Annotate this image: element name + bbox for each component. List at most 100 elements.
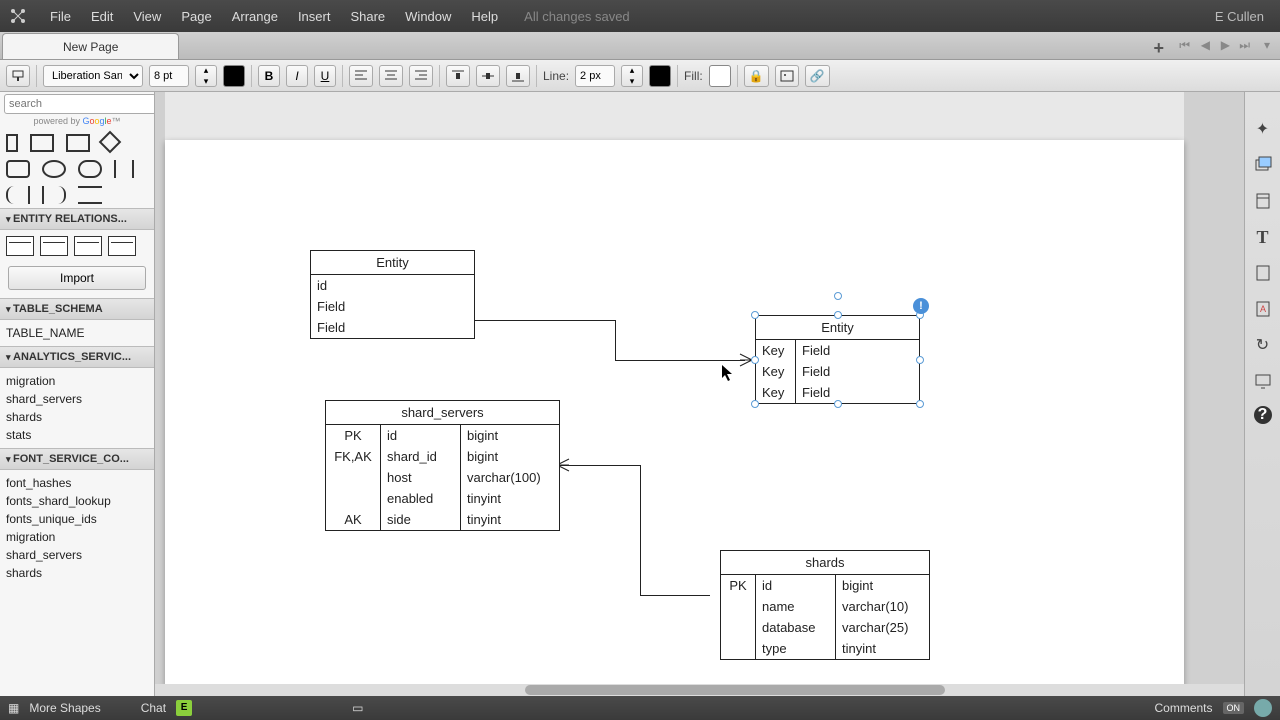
canvas[interactable]: Entity id Field Field Entity KeyField Ke… bbox=[155, 92, 1244, 696]
page-size-icon[interactable] bbox=[1252, 190, 1274, 212]
shape-rect[interactable] bbox=[30, 134, 54, 152]
paint-format-icon[interactable] bbox=[6, 65, 30, 87]
section-table-schema[interactable]: TABLE_SCHEMA bbox=[0, 298, 154, 320]
italic-button[interactable]: I bbox=[286, 65, 308, 87]
history-icon[interactable]: ↻ bbox=[1252, 334, 1274, 356]
table-migration[interactable]: migration bbox=[6, 372, 148, 390]
nav-prev-icon[interactable]: ◀ bbox=[1201, 38, 1210, 52]
menu-file[interactable]: File bbox=[40, 9, 81, 24]
valign-middle-icon[interactable] bbox=[476, 65, 500, 87]
menu-window[interactable]: Window bbox=[395, 9, 461, 24]
presentation-mode-icon[interactable]: ▭ bbox=[352, 701, 363, 715]
line-width-stepper[interactable]: ▴▾ bbox=[621, 65, 643, 87]
selection-handle[interactable] bbox=[751, 356, 759, 364]
shape-rect2[interactable] bbox=[66, 134, 90, 152]
line-color-swatch[interactable] bbox=[649, 65, 671, 87]
entity-2-selected[interactable]: Entity KeyField KeyField KeyField ! bbox=[755, 315, 920, 404]
shape-pill[interactable] bbox=[78, 160, 102, 178]
shape-roundrect[interactable] bbox=[6, 160, 30, 178]
theme-icon[interactable]: A bbox=[1252, 298, 1274, 320]
menu-arrange[interactable]: Arrange bbox=[222, 9, 288, 24]
link-icon[interactable]: 🔗 bbox=[805, 65, 830, 87]
table-migration2[interactable]: migration bbox=[6, 528, 148, 546]
table-fonts-shard-lookup[interactable]: fonts_shard_lookup bbox=[6, 492, 148, 510]
underline-button[interactable]: U bbox=[314, 65, 336, 87]
lock-icon[interactable]: 🔒 bbox=[744, 65, 769, 87]
selection-handle[interactable] bbox=[916, 356, 924, 364]
table-shard-servers[interactable]: shard_servers bbox=[6, 390, 148, 408]
font-size-input[interactable] bbox=[149, 65, 189, 87]
selection-handle[interactable] bbox=[916, 400, 924, 408]
section-analytics-service[interactable]: ANALYTICS_SERVIC... bbox=[0, 346, 154, 368]
menu-view[interactable]: View bbox=[123, 9, 171, 24]
table-shards[interactable]: shards bbox=[6, 408, 148, 426]
table-shard-servers2[interactable]: shard_servers bbox=[6, 546, 148, 564]
table-font-hashes[interactable]: font_hashes bbox=[6, 474, 148, 492]
selection-handle[interactable] bbox=[834, 311, 842, 319]
more-shapes-icon[interactable]: ▦ bbox=[8, 701, 19, 715]
nav-first-icon[interactable]: ⏮ bbox=[1179, 38, 1190, 53]
line-width-input[interactable] bbox=[575, 65, 615, 87]
image-icon[interactable] bbox=[775, 65, 799, 87]
diagram-page[interactable]: Entity id Field Field Entity KeyField Ke… bbox=[165, 140, 1184, 686]
schema-table-name[interactable]: TABLE_NAME bbox=[6, 324, 148, 342]
chat-button[interactable]: Chat bbox=[141, 701, 166, 715]
menu-insert[interactable]: Insert bbox=[288, 9, 341, 24]
valign-bottom-icon[interactable] bbox=[506, 65, 530, 87]
selection-handle[interactable] bbox=[834, 400, 842, 408]
align-left-icon[interactable] bbox=[349, 65, 373, 87]
shape-diamond[interactable] bbox=[99, 131, 122, 154]
add-page-icon[interactable]: + bbox=[1153, 38, 1164, 59]
nav-next-icon[interactable]: ▶ bbox=[1221, 38, 1230, 52]
chat-user-badge[interactable]: E bbox=[176, 700, 192, 716]
text-color-swatch[interactable] bbox=[223, 65, 245, 87]
shape-line-v[interactable] bbox=[114, 160, 120, 178]
er-shape-2[interactable] bbox=[40, 236, 68, 256]
nav-last-icon[interactable]: ⏭ bbox=[1239, 38, 1250, 53]
connector-entity1-to-entity2[interactable] bbox=[475, 320, 615, 321]
help-icon[interactable]: ? bbox=[1254, 406, 1272, 424]
fill-color-swatch[interactable] bbox=[709, 65, 731, 87]
shape-bracket-l[interactable] bbox=[6, 186, 30, 204]
align-right-icon[interactable] bbox=[409, 65, 433, 87]
menu-share[interactable]: Share bbox=[340, 9, 395, 24]
table-stats[interactable]: stats bbox=[6, 426, 148, 444]
user-name[interactable]: E Cullen bbox=[1215, 9, 1272, 24]
font-size-stepper[interactable]: ▴▾ bbox=[195, 65, 217, 87]
bold-button[interactable]: B bbox=[258, 65, 280, 87]
align-center-icon[interactable] bbox=[379, 65, 403, 87]
selection-handle[interactable] bbox=[751, 400, 759, 408]
search-input[interactable] bbox=[4, 94, 155, 114]
menu-page[interactable]: Page bbox=[171, 9, 221, 24]
comments-toggle[interactable]: ON bbox=[1223, 702, 1245, 714]
document-icon[interactable] bbox=[1252, 262, 1274, 284]
rotate-handle[interactable] bbox=[834, 292, 842, 300]
layers-icon[interactable] bbox=[1252, 154, 1274, 176]
table-fonts-unique-ids[interactable]: fonts_unique_ids bbox=[6, 510, 148, 528]
shape-bracket-r[interactable] bbox=[42, 186, 66, 204]
alert-badge-icon[interactable]: ! bbox=[913, 298, 929, 314]
er-shape-1[interactable] bbox=[6, 236, 34, 256]
shape-rect-tall[interactable] bbox=[6, 134, 18, 152]
present-icon[interactable] bbox=[1252, 370, 1274, 392]
menu-edit[interactable]: Edit bbox=[81, 9, 123, 24]
entity-shards[interactable]: shards PKidbigint namevarchar(10) databa… bbox=[720, 550, 930, 660]
section-entity-relations[interactable]: ENTITY RELATIONS... bbox=[0, 208, 154, 230]
menu-help[interactable]: Help bbox=[461, 9, 508, 24]
nav-menu-icon[interactable]: ▾ bbox=[1264, 38, 1270, 52]
shape-line-v2[interactable] bbox=[132, 160, 138, 178]
text-tool-icon[interactable]: T bbox=[1252, 226, 1274, 248]
import-button[interactable]: Import bbox=[8, 266, 146, 290]
er-shape-3[interactable] bbox=[74, 236, 102, 256]
valign-top-icon[interactable] bbox=[446, 65, 470, 87]
page-tab[interactable]: New Page bbox=[2, 33, 179, 59]
section-font-service[interactable]: FONT_SERVICE_CO... bbox=[0, 448, 154, 470]
entity-shard-servers[interactable]: shard_servers PKidbigint FK,AKshard_idbi… bbox=[325, 400, 560, 531]
horizontal-scrollbar[interactable] bbox=[155, 684, 1244, 696]
more-shapes-button[interactable]: More Shapes bbox=[29, 701, 100, 715]
connector-shardservers-to-shards[interactable] bbox=[560, 465, 640, 466]
selection-handle[interactable] bbox=[751, 311, 759, 319]
font-select[interactable]: Liberation Sans bbox=[43, 65, 143, 87]
er-shape-4[interactable] bbox=[108, 236, 136, 256]
shape-ellipse[interactable] bbox=[42, 160, 66, 178]
